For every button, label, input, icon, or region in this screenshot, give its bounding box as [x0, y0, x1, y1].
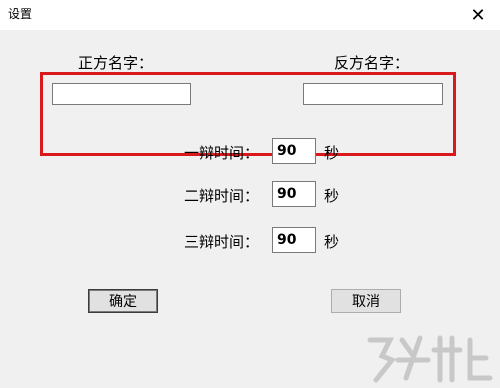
ok-button[interactable]: 确定	[88, 289, 158, 313]
window-title: 设置	[8, 7, 33, 21]
round1-time-input[interactable]	[272, 138, 316, 164]
round2-label: 二辩时间：	[184, 187, 260, 205]
title-bar: 设置 ✕	[0, 0, 500, 30]
round3-time-input[interactable]	[272, 227, 316, 253]
round2-time-input[interactable]	[272, 181, 316, 207]
cancel-button[interactable]: 取消	[331, 289, 401, 313]
affirmative-name-label: 正方名字：	[78, 54, 154, 72]
round1-label: 一辩时间：	[184, 144, 260, 162]
affirmative-name-input[interactable]	[52, 83, 191, 105]
watermark-logo	[367, 335, 493, 383]
round2-unit: 秒	[324, 187, 340, 205]
close-icon[interactable]: ✕	[456, 0, 500, 30]
round3-unit: 秒	[324, 233, 340, 251]
dialog-body: 正方名字： 反方名字： 一辩时间： 秒 二辩时间： 秒 三辩时间： 秒 确定 取…	[0, 30, 500, 383]
round1-unit: 秒	[324, 144, 340, 162]
negative-name-label: 反方名字：	[334, 54, 410, 72]
round3-label: 三辩时间：	[184, 233, 260, 251]
negative-name-input[interactable]	[303, 83, 443, 105]
